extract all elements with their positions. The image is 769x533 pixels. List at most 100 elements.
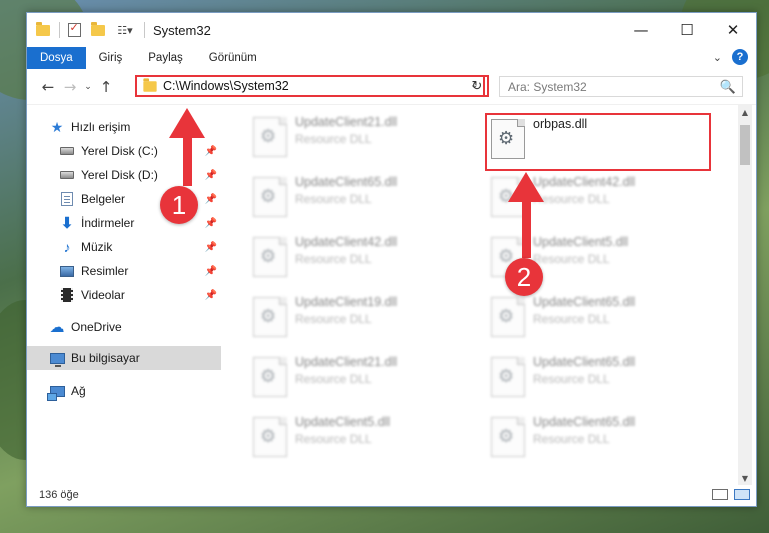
sidebar-item-label: Belgeler — [81, 192, 126, 206]
sidebar-item-network[interactable]: Ağ — [46, 379, 219, 403]
file-item[interactable]: UpdateClient21.dll Resource DLL — [245, 111, 461, 163]
search-placeholder: Ara: System32 — [508, 79, 587, 94]
sidebar-item-label: Yerel Disk (D:) — [81, 168, 158, 182]
file-name: UpdateClient42.dll — [295, 235, 398, 249]
dll-file-icon — [253, 237, 287, 277]
folder-icon — [143, 77, 157, 92]
pin-icon: 📌 — [204, 145, 217, 157]
file-name: UpdateClient42.dll — [533, 175, 636, 189]
download-icon: ⬇ — [60, 215, 74, 232]
annotation-arrow-2-shaft — [522, 200, 531, 258]
status-bar: 136 öğe — [27, 484, 758, 506]
dll-file-icon — [491, 357, 525, 397]
address-bar[interactable]: C:\Windows\System32 ⌄ — [135, 75, 485, 97]
address-path: C:\Windows\System32 — [163, 79, 289, 93]
sidebar-item-this-pc[interactable]: Bu bilgisayar — [27, 346, 221, 370]
vertical-scrollbar[interactable]: ▲ ▼ — [738, 105, 752, 485]
tab-home[interactable]: Giriş — [86, 47, 136, 69]
large-icons-view-icon[interactable] — [734, 489, 750, 500]
tab-view[interactable]: Görünüm — [196, 47, 270, 69]
scroll-thumb[interactable] — [740, 125, 750, 165]
file-item[interactable]: UpdateClient19.dll Resource DLL — [245, 291, 461, 343]
divider — [144, 22, 145, 38]
annotation-badge-1: 1 — [160, 186, 198, 224]
window-controls: — ☐ ✕ — [618, 13, 756, 47]
file-name: UpdateClient65.dll — [533, 355, 636, 369]
annotation-badge-2: 2 — [505, 258, 543, 296]
ribbon-right-controls: ⌄ ? — [713, 49, 748, 65]
cloud-icon: ☁ — [49, 319, 65, 336]
scroll-up-icon[interactable]: ▲ — [738, 105, 752, 119]
file-list: UpdateClient21.dll Resource DLL UpdateCl… — [223, 105, 737, 485]
close-button[interactable]: ✕ — [710, 13, 756, 47]
back-button[interactable]: ← — [37, 76, 59, 98]
file-item[interactable]: UpdateClient65.dll Resource DLL — [483, 351, 699, 403]
pin-icon: 📌 — [204, 217, 217, 229]
navigation-bar: ← → ⌄ ↑ C:\Windows\System32 ⌄ ↻ Ara: Sys… — [27, 69, 756, 105]
sidebar-item-label: Yerel Disk (C:) — [81, 144, 158, 158]
window-title: System32 — [153, 22, 211, 38]
sidebar-item-label: Müzik — [81, 240, 113, 254]
recent-locations-button[interactable]: ⌄ — [81, 76, 95, 98]
search-input[interactable]: Ara: System32 🔍 — [499, 76, 743, 97]
file-name: UpdateClient5.dll — [295, 415, 391, 429]
file-type: Resource DLL — [533, 312, 610, 326]
file-type: Resource DLL — [533, 372, 610, 386]
help-icon[interactable]: ? — [732, 49, 748, 65]
up-button[interactable]: ↑ — [95, 76, 117, 98]
minimize-button[interactable]: — — [618, 13, 664, 47]
pin-icon: 📌 — [204, 241, 217, 253]
dll-file-icon — [253, 357, 287, 397]
file-item[interactable]: UpdateClient21.dll Resource DLL — [245, 351, 461, 403]
file-type: Resource DLL — [295, 372, 372, 386]
details-view-icon[interactable] — [712, 489, 728, 500]
sidebar-item-local-disk-d[interactable]: Yerel Disk (D:) 📌 — [59, 163, 219, 187]
content-area: ★ Hızlı erişim Yerel Disk (C:) 📌 Yerel D… — [27, 105, 758, 485]
sidebar-item-videos[interactable]: Videolar 📌 — [59, 283, 219, 307]
drive-icon — [59, 143, 75, 159]
pin-icon: 📌 — [204, 169, 217, 181]
scroll-down-icon[interactable]: ▼ — [738, 471, 752, 485]
sidebar-item-label: İndirmeler — [81, 216, 135, 230]
file-name: UpdateClient5.dll — [533, 235, 629, 249]
file-item[interactable]: UpdateClient65.dll Resource DLL — [245, 171, 461, 223]
videos-icon — [59, 287, 75, 303]
annotation-arrow-1 — [169, 108, 205, 138]
maximize-button[interactable]: ☐ — [664, 13, 710, 47]
title-bar: ☷▾ System32 — ☐ ✕ — [27, 13, 756, 47]
sidebar-item-music[interactable]: ♪ Müzik 📌 — [59, 235, 219, 259]
pictures-icon — [59, 263, 75, 279]
customize-qat-icon[interactable]: ☷▾ — [114, 22, 136, 38]
file-type: Resource DLL — [533, 192, 610, 206]
tab-file[interactable]: Dosya — [27, 47, 86, 69]
dll-file-icon — [253, 297, 287, 337]
divider — [59, 22, 60, 38]
dll-file-icon — [491, 417, 525, 457]
forward-button[interactable]: → — [59, 76, 81, 98]
file-item[interactable]: UpdateClient65.dll Resource DLL — [483, 411, 699, 463]
sidebar-item-label: Videolar — [81, 288, 125, 302]
pin-icon: 📌 — [204, 289, 217, 301]
sidebar-item-local-disk-c[interactable]: Yerel Disk (C:) 📌 — [59, 139, 219, 163]
sidebar-item-pictures[interactable]: Resimler 📌 — [59, 259, 219, 283]
computer-icon — [49, 350, 65, 367]
expand-ribbon-icon[interactable]: ⌄ — [713, 51, 722, 64]
file-item[interactable]: UpdateClient65.dll Resource DLL — [483, 291, 699, 343]
music-icon: ♪ — [63, 239, 71, 255]
file-name: UpdateClient21.dll — [295, 355, 398, 369]
sidebar-item-label: OneDrive — [71, 320, 122, 334]
tab-share[interactable]: Paylaş — [135, 47, 196, 69]
sidebar-item-onedrive[interactable]: ☁ OneDrive — [49, 315, 219, 339]
search-icon: 🔍 — [719, 79, 736, 94]
pin-icon: 📌 — [204, 193, 217, 205]
drive-icon — [59, 167, 75, 183]
view-toggle — [712, 489, 750, 500]
properties-icon[interactable] — [66, 21, 82, 38]
sidebar-item-label: Resimler — [81, 264, 129, 278]
file-type: Resource DLL — [533, 252, 610, 266]
file-item[interactable]: UpdateClient42.dll Resource DLL — [245, 231, 461, 283]
new-folder-icon[interactable] — [90, 21, 106, 38]
refresh-button[interactable]: ↻ — [467, 75, 489, 97]
file-name: UpdateClient19.dll — [295, 295, 398, 309]
file-item[interactable]: UpdateClient5.dll Resource DLL — [245, 411, 461, 463]
